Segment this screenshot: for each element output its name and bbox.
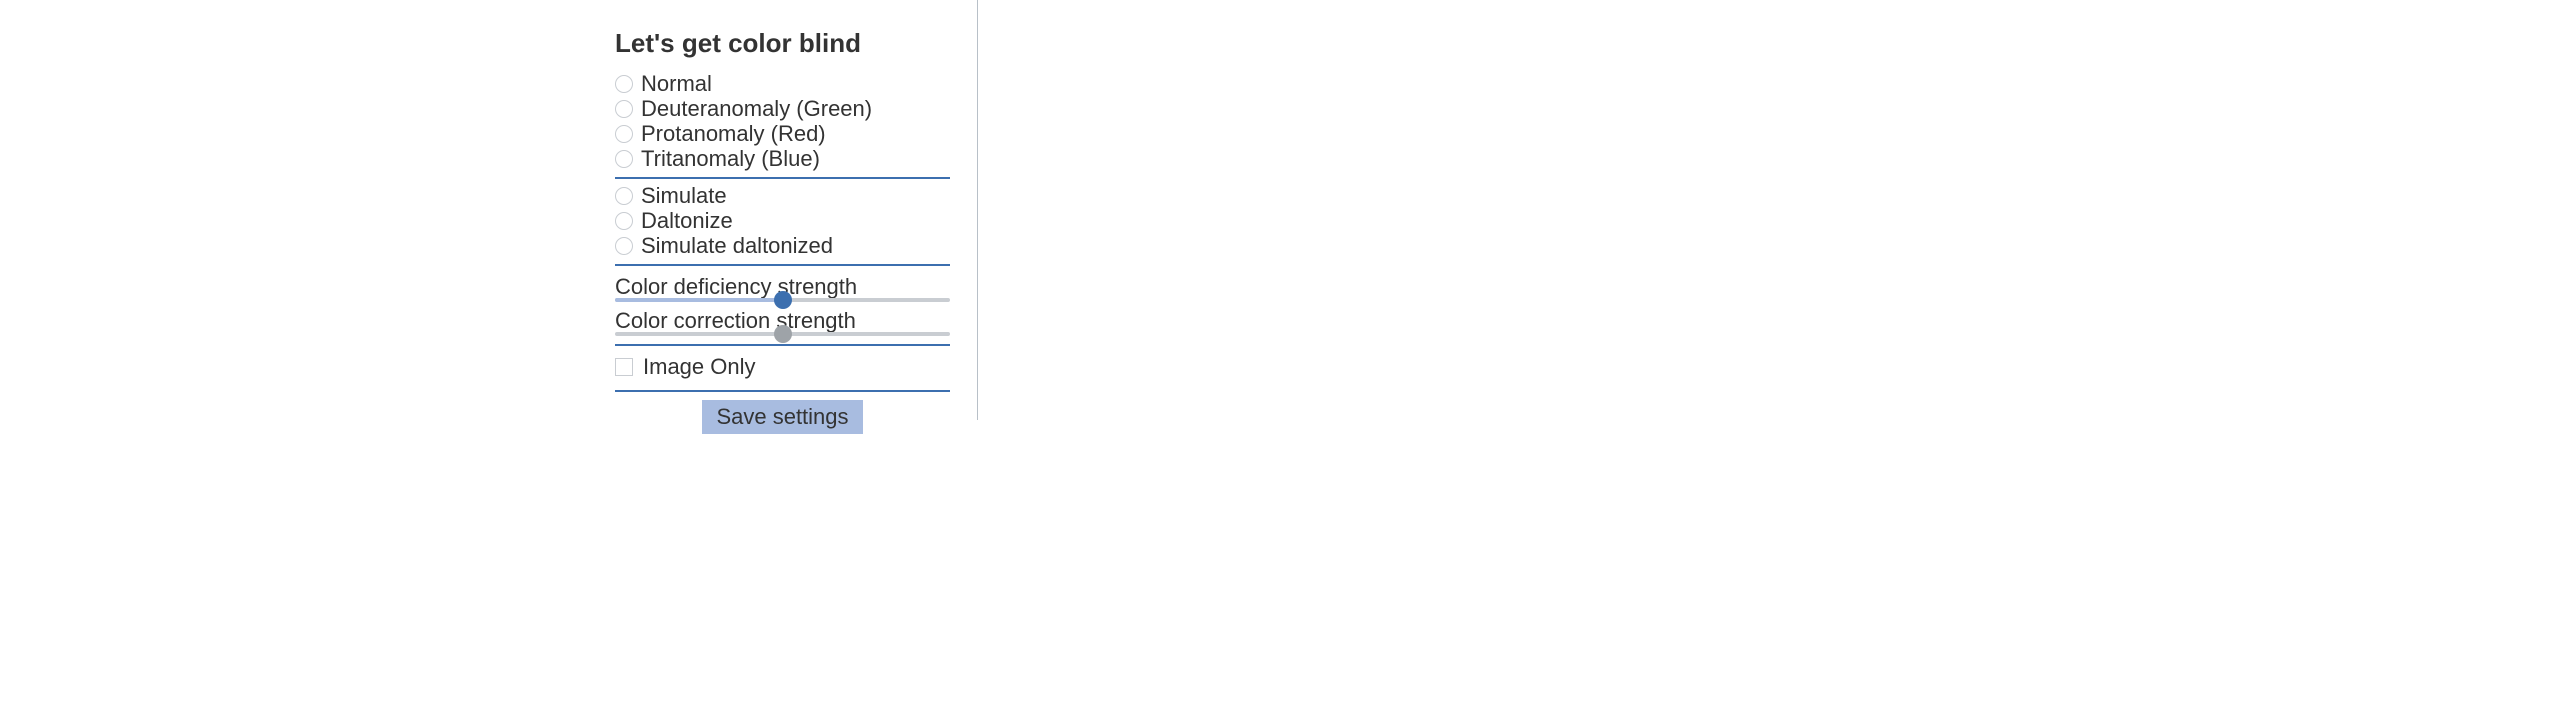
radio-normal[interactable]: Normal xyxy=(615,71,950,96)
checkbox-icon xyxy=(615,358,633,376)
radio-icon xyxy=(615,212,633,230)
radio-icon xyxy=(615,237,633,255)
slider-fill xyxy=(615,298,783,302)
image-only-checkbox[interactable]: Image Only xyxy=(615,350,950,384)
radio-protanomaly[interactable]: Protanomaly (Red) xyxy=(615,121,950,146)
radio-icon xyxy=(615,100,633,118)
radio-tritanomaly[interactable]: Tritanomaly (Blue) xyxy=(615,146,950,171)
radio-label: Protanomaly (Red) xyxy=(641,121,826,146)
save-row: Save settings xyxy=(615,392,950,434)
colorblind-settings-panel: Let's get color blind Normal Deuteranoma… xyxy=(615,28,950,434)
deficiency-slider-block: Color deficiency strength xyxy=(615,270,950,302)
radio-label: Normal xyxy=(641,71,712,96)
radio-simulate[interactable]: Simulate xyxy=(615,183,950,208)
image-only-row: Image Only xyxy=(615,346,950,392)
slider-thumb-icon[interactable] xyxy=(774,325,792,343)
radio-label: Tritanomaly (Blue) xyxy=(641,146,820,171)
correction-slider[interactable] xyxy=(615,332,950,336)
save-settings-button[interactable]: Save settings xyxy=(702,400,862,434)
radio-icon xyxy=(615,187,633,205)
panel-title: Let's get color blind xyxy=(615,28,950,59)
radio-simulate-daltonized[interactable]: Simulate daltonized xyxy=(615,233,950,258)
radio-deuteranomaly[interactable]: Deuteranomaly (Green) xyxy=(615,96,950,121)
correction-slider-block: Color correction strength xyxy=(615,304,950,336)
radio-label: Deuteranomaly (Green) xyxy=(641,96,872,121)
radio-label: Daltonize xyxy=(641,208,733,233)
mode-group: Simulate Daltonize Simulate daltonized xyxy=(615,179,950,266)
slider-group: Color deficiency strength Color correcti… xyxy=(615,266,950,346)
deficiency-slider[interactable] xyxy=(615,298,950,302)
radio-label: Simulate daltonized xyxy=(641,233,833,258)
radio-icon xyxy=(615,75,633,93)
radio-daltonize[interactable]: Daltonize xyxy=(615,208,950,233)
radio-icon xyxy=(615,150,633,168)
vision-type-group: Normal Deuteranomaly (Green) Protanomaly… xyxy=(615,67,950,179)
checkbox-label: Image Only xyxy=(643,354,756,380)
radio-label: Simulate xyxy=(641,183,727,208)
radio-icon xyxy=(615,125,633,143)
